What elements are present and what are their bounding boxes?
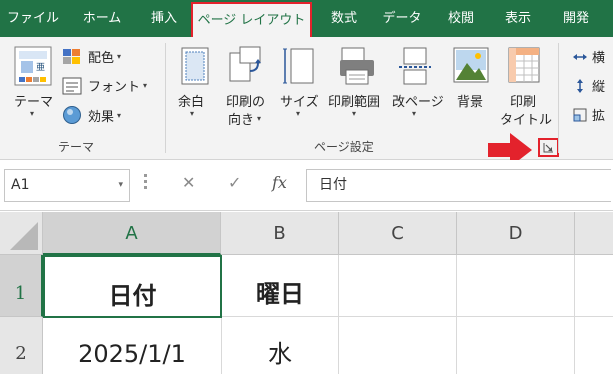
colors-button[interactable]: 配色 ▾ — [62, 47, 121, 66]
name-box[interactable]: A1 ▾ — [4, 169, 130, 202]
fonts-caret-icon: ▾ — [143, 81, 148, 90]
effects-caret-icon: ▾ — [117, 110, 122, 120]
size-label[interactable]: サイズ — [280, 91, 319, 110]
orientation-label-row[interactable]: 向き ▾ — [228, 109, 261, 128]
page-setup-dialog-launcher[interactable] — [538, 138, 559, 157]
cell-e1[interactable] — [575, 255, 613, 317]
fonts-icon — [62, 77, 82, 94]
margins-caret-icon: ▾ — [190, 109, 195, 118]
print-titles-label-2[interactable]: タイトル — [500, 109, 552, 128]
width-arrows-icon — [573, 53, 587, 60]
formula-input[interactable]: 日付 — [306, 169, 611, 202]
fonts-label: フォント — [88, 80, 141, 95]
scale-width-label: 横 — [592, 51, 606, 66]
insert-function-icon[interactable]: fx — [272, 173, 287, 192]
print-area-label[interactable]: 印刷範囲 — [328, 91, 380, 110]
enter-icon[interactable]: ✓ — [228, 173, 241, 192]
effects-icon — [63, 106, 81, 124]
cell-b1[interactable]: 曜日 — [222, 255, 339, 317]
tab-developer[interactable]: 開発 — [546, 0, 606, 37]
background-label[interactable]: 背景 — [457, 91, 483, 110]
cell-a2[interactable]: 2025/1/1 — [43, 318, 222, 374]
background-icon[interactable] — [453, 47, 489, 83]
ribbon: 亜 テーマ ▾ 配色 ▾ フォント ▾ 効果 ▾ テーマ 余白 ▾ 印刷の 向き… — [0, 37, 613, 167]
ribbon-tab-bar: ファイル ホーム 挿入 ページ レイアウト 数式 データ 校閲 表示 開発 — [0, 0, 613, 39]
formula-bar-grip-icon[interactable] — [144, 174, 148, 196]
margins-label[interactable]: 余白 — [178, 91, 204, 110]
breaks-label[interactable]: 改ページ — [392, 91, 444, 110]
tab-formulas[interactable]: 数式 — [316, 0, 372, 37]
column-header-partial[interactable] — [575, 212, 613, 255]
print-area-caret-icon: ▾ — [352, 109, 357, 118]
theme-group-label: テーマ — [58, 140, 95, 154]
column-header-a[interactable]: A — [43, 212, 221, 255]
colors-icon — [63, 48, 80, 64]
tab-data[interactable]: データ — [372, 0, 432, 37]
name-box-value: A1 — [11, 177, 30, 193]
margins-icon[interactable] — [180, 47, 210, 85]
theme-icon[interactable]: 亜 — [14, 46, 52, 86]
theme-caret-icon: ▾ — [30, 109, 35, 118]
ribbon-separator — [558, 43, 559, 153]
orientation-caret-icon: ▾ — [257, 114, 262, 123]
breaks-icon[interactable] — [398, 46, 432, 86]
colors-caret-icon: ▾ — [117, 52, 122, 61]
scale-icon — [573, 108, 587, 121]
effects-button[interactable]: 効果 ▾ — [62, 105, 121, 125]
row-header-1[interactable]: 1 — [0, 255, 43, 317]
name-box-dropdown-icon[interactable]: ▾ — [118, 170, 123, 201]
tab-file[interactable]: ファイル — [0, 0, 66, 37]
tab-insert[interactable]: 挿入 — [138, 0, 190, 37]
column-header-d[interactable]: D — [457, 212, 575, 255]
orientation-icon[interactable] — [228, 45, 264, 85]
tab-home[interactable]: ホーム — [66, 0, 138, 37]
orientation-label-2: 向き — [228, 113, 255, 128]
column-header-b[interactable]: B — [221, 212, 339, 255]
print-titles-label-1[interactable]: 印刷 — [510, 91, 536, 110]
size-icon[interactable] — [283, 46, 315, 86]
page-setup-group-label: ページ設定 — [314, 140, 374, 154]
row-header-2[interactable]: 2 — [0, 317, 43, 374]
cell-a1[interactable]: 日付 — [43, 255, 222, 318]
tab-view[interactable]: 表示 — [490, 0, 546, 37]
colors-label: 配色 — [88, 51, 115, 66]
scale-height-button[interactable]: 縦 — [572, 76, 605, 95]
cell-d1[interactable] — [457, 255, 575, 317]
breaks-caret-icon: ▾ — [412, 109, 417, 118]
scale-width-button[interactable]: 横 — [572, 47, 605, 66]
tab-review[interactable]: 校閲 — [432, 0, 490, 37]
column-header-c[interactable]: C — [339, 212, 457, 255]
cell-b2[interactable]: 水 — [222, 317, 339, 374]
theme-button-label[interactable]: テーマ — [14, 91, 53, 110]
ribbon-separator — [165, 43, 166, 153]
size-caret-icon: ▾ — [296, 109, 301, 118]
tab-page-layout[interactable]: ページ レイアウト — [191, 2, 312, 39]
dialog-launcher-icon — [543, 143, 553, 153]
cell-e2[interactable] — [575, 317, 613, 374]
formula-bar: A1 ▾ ✕ ✓ fx 日付 — [0, 160, 613, 211]
select-all-triangle-icon — [10, 222, 38, 250]
height-arrows-icon — [577, 78, 583, 93]
orientation-label-1[interactable]: 印刷の — [226, 91, 265, 110]
print-area-icon[interactable] — [338, 46, 376, 86]
svg-text:亜: 亜 — [36, 62, 45, 73]
cell-c2[interactable] — [339, 317, 457, 374]
scale-height-label: 縦 — [592, 80, 606, 95]
scale-button[interactable]: 拡 — [572, 105, 605, 124]
select-all-corner[interactable] — [0, 212, 43, 255]
worksheet-grid: A B C D 1 日付 曜日 2 2025/1/1 水 — [0, 212, 613, 374]
fonts-button[interactable]: フォント ▾ — [62, 76, 147, 95]
effects-label: 効果 — [88, 109, 115, 125]
cell-c1[interactable] — [339, 255, 457, 317]
print-titles-icon[interactable] — [507, 46, 541, 86]
cancel-icon[interactable]: ✕ — [182, 173, 195, 192]
cell-d2[interactable] — [457, 317, 575, 374]
scale-label: 拡 — [592, 109, 606, 124]
